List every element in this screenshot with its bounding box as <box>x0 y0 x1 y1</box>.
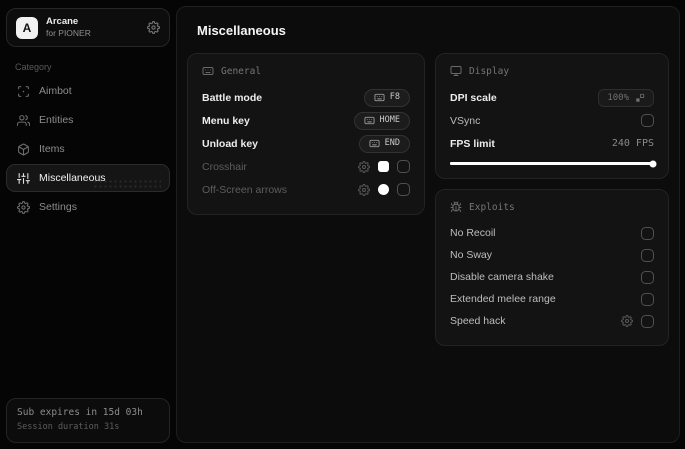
slider-knob[interactable] <box>649 160 657 167</box>
disable-camera-shake-row: Disable camera shake <box>450 266 654 288</box>
offscreen-arrows-row: Off-Screen arrows <box>202 178 410 201</box>
display-card-header: Display <box>450 65 654 77</box>
offscreen-arrows-settings-icon[interactable] <box>358 184 370 196</box>
offscreen-arrows-label: Off-Screen arrows <box>202 183 287 196</box>
category-label: Category <box>15 62 52 73</box>
fps-limit-slider[interactable] <box>450 160 657 167</box>
menu-key-keybind-button[interactable]: HOME <box>353 111 410 130</box>
extended-melee-range-row: Extended melee range <box>450 288 654 310</box>
unload-key-row: Unload key END <box>202 132 410 155</box>
sidebar-item-items[interactable]: Items <box>6 135 170 163</box>
display-card: Display DPI scale 100% VSync FPS limit 2… <box>435 53 669 179</box>
battle-mode-keybind-button[interactable]: F8 <box>363 88 410 107</box>
no-sway-checkbox[interactable] <box>641 248 654 262</box>
dpi-scale-select[interactable]: 100% <box>598 88 654 107</box>
general-card-title: General <box>221 65 262 77</box>
dpi-scale-value: 100% <box>607 92 629 103</box>
crosshair-row: Crosshair <box>202 155 410 178</box>
no-recoil-label: No Recoil <box>450 227 496 239</box>
app-subtitle: for PIONER <box>46 28 91 39</box>
unload-key-label: Unload key <box>202 137 259 150</box>
box-icon <box>17 143 30 156</box>
sidebar-item-entities[interactable]: Entities <box>6 106 170 134</box>
sidebar-nav: Aimbot Entities Items Miscellaneous Sett… <box>6 77 170 221</box>
brand-text: Arcane for PIONER <box>46 16 139 39</box>
crosshair-label: Crosshair <box>202 160 247 173</box>
keyboard-icon <box>369 138 380 149</box>
menu-key-row: Menu key HOME <box>202 109 410 132</box>
sidebar-item-aimbot[interactable]: Aimbot <box>6 77 170 105</box>
general-card-header: General <box>202 65 410 77</box>
speed-hack-label: Speed hack <box>450 315 506 327</box>
no-recoil-checkbox[interactable] <box>641 226 654 240</box>
unload-key-keybind: END <box>384 138 400 148</box>
sidebar-item-label: Entities <box>39 114 74 127</box>
app-title: Arcane <box>46 16 79 27</box>
menu-key-label: Menu key <box>202 114 250 127</box>
monitor-icon <box>450 65 462 77</box>
sidebar-item-label: Items <box>39 143 65 156</box>
extended-melee-range-label: Extended melee range <box>450 293 556 305</box>
users-icon <box>17 114 30 127</box>
display-card-title: Display <box>469 65 510 77</box>
battle-mode-row: Battle mode F8 <box>202 86 410 109</box>
extended-melee-range-checkbox[interactable] <box>641 292 654 306</box>
disable-camera-shake-checkbox[interactable] <box>641 270 654 284</box>
sub-expires-text: Sub expires in 15d 03h <box>17 407 143 418</box>
brand-settings-icon[interactable] <box>147 21 160 34</box>
speed-hack-checkbox[interactable] <box>641 314 654 328</box>
brand-card: A Arcane for PIONER <box>6 8 170 48</box>
sidebar-item-label: Settings <box>39 201 77 214</box>
crosshair-settings-icon[interactable] <box>358 161 370 173</box>
dpi-scale-label: DPI scale <box>450 91 497 104</box>
dpi-scale-row: DPI scale 100% <box>450 86 654 109</box>
scan-icon <box>17 85 30 98</box>
keyboard-icon <box>374 92 385 103</box>
gear-icon <box>17 201 30 214</box>
sidebar-item-settings[interactable]: Settings <box>6 193 170 221</box>
bug-icon <box>450 201 462 213</box>
battle-mode-keybind: F8 <box>389 92 400 102</box>
fps-limit-row: FPS limit 240 FPS <box>450 132 654 155</box>
scaling-icon <box>635 93 645 103</box>
disable-camera-shake-label: Disable camera shake <box>450 271 554 283</box>
sidebar-item-miscellaneous[interactable]: Miscellaneous <box>6 164 170 193</box>
crosshair-color-swatch[interactable] <box>378 161 389 172</box>
keyboard-icon <box>364 115 375 126</box>
sidebar-item-label: Miscellaneous <box>39 172 106 185</box>
page-title: Miscellaneous <box>197 23 286 38</box>
general-card: General Battle mode F8 Menu key HOME Unl… <box>187 53 425 215</box>
no-sway-label: No Sway <box>450 249 493 261</box>
subscription-info-card: Sub expires in 15d 03h Session duration … <box>6 398 170 443</box>
speed-hack-settings-icon[interactable] <box>621 315 633 327</box>
no-recoil-row: No Recoil <box>450 222 654 244</box>
exploits-card: Exploits No Recoil No Sway Disable camer… <box>435 189 669 346</box>
speed-hack-row: Speed hack <box>450 310 654 332</box>
fps-limit-value: 240 FPS <box>611 138 654 149</box>
vsync-checkbox[interactable] <box>641 114 654 127</box>
session-duration-text: Session duration 31s <box>17 422 120 432</box>
vsync-label: VSync <box>450 114 481 127</box>
sidebar: A Arcane for PIONER Category Aimbot Enti… <box>0 0 176 449</box>
sidebar-item-label: Aimbot <box>39 85 72 98</box>
no-sway-row: No Sway <box>450 244 654 266</box>
sliders-icon <box>17 172 30 185</box>
offscreen-arrows-color-swatch[interactable] <box>378 184 389 195</box>
vsync-row: VSync <box>450 109 654 132</box>
app-logo: A <box>16 16 38 39</box>
battle-mode-label: Battle mode <box>202 91 263 104</box>
exploits-card-title: Exploits <box>469 201 515 213</box>
exploits-card-header: Exploits <box>450 201 654 213</box>
offscreen-arrows-checkbox[interactable] <box>397 183 410 196</box>
crosshair-checkbox[interactable] <box>397 160 410 173</box>
menu-key-keybind: HOME <box>379 115 400 125</box>
main-panel: Miscellaneous General Battle mode F8 Men… <box>176 6 680 443</box>
unload-key-keybind-button[interactable]: END <box>358 134 410 153</box>
fps-limit-label: FPS limit <box>450 137 495 150</box>
keyboard-icon <box>202 65 214 77</box>
